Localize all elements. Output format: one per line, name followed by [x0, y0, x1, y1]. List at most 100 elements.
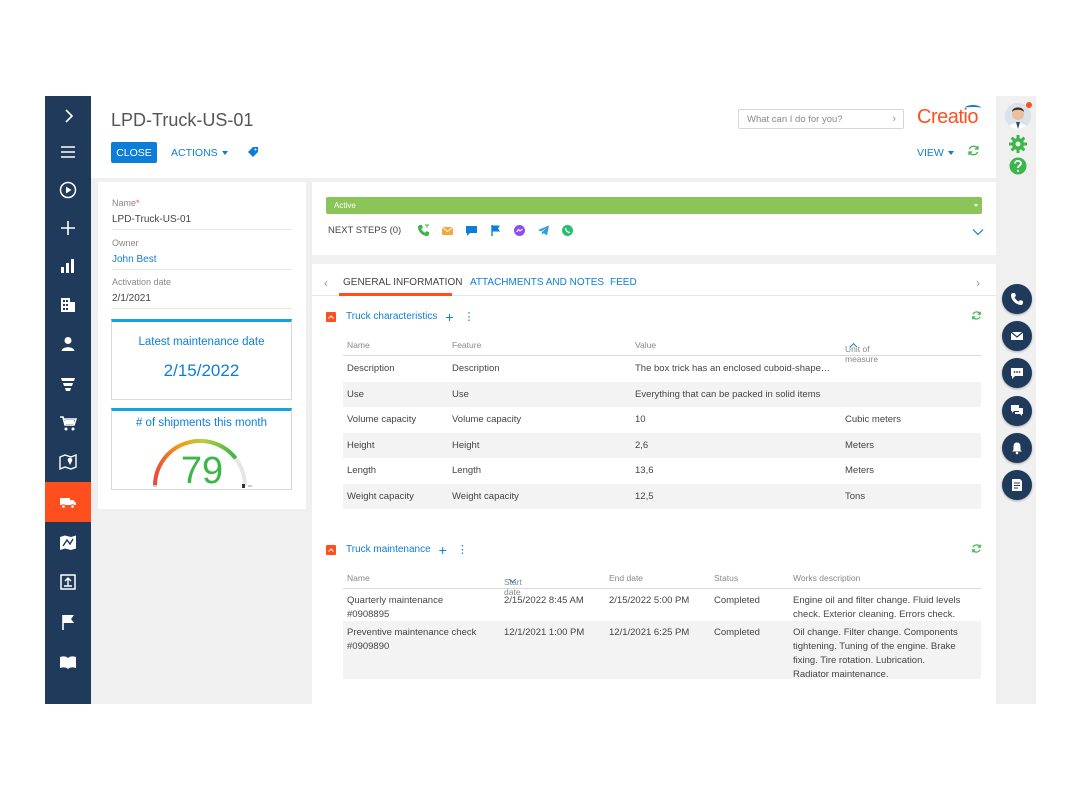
chevron-down-icon[interactable]	[972, 228, 984, 236]
messages-button[interactable]	[1002, 396, 1032, 426]
document-icon	[1012, 479, 1022, 491]
name-field[interactable]: Name* LPD-Truck-US-01	[112, 198, 292, 230]
telegram-icon[interactable]	[537, 224, 550, 237]
sidebar-item-accounts[interactable]	[45, 287, 91, 323]
close-button[interactable]: CLOSE	[111, 142, 157, 163]
envelope-icon	[1010, 331, 1024, 340]
column-header[interactable]: Value	[635, 340, 656, 350]
table-row[interactable]: Use Use Everything that can be packed in s…	[343, 381, 981, 407]
activation-date-field[interactable]: Activation date 2/1/2021	[112, 277, 292, 309]
section-title[interactable]: Truck maintenance	[346, 544, 431, 555]
sidebar-item-trucks[interactable]	[45, 482, 91, 522]
more-icon[interactable]: ⋮	[464, 311, 475, 322]
whatsapp-icon[interactable]	[561, 224, 574, 237]
sidebar-item-contacts[interactable]	[45, 326, 91, 362]
name-value[interactable]: LPD-Truck-US-01	[112, 214, 292, 230]
column-header[interactable]: End date	[609, 573, 643, 583]
route-map-icon	[60, 535, 76, 550]
search-placeholder: What can I do for you?	[747, 113, 843, 125]
next-steps-label[interactable]: NEXT STEPS (0)	[328, 225, 401, 236]
more-icon[interactable]: ⋮	[457, 544, 468, 555]
help-icon[interactable]	[1008, 156, 1028, 176]
table-row[interactable]: Volume capacity Volume capacity 10 Cubic me…	[343, 407, 981, 433]
table-cell-unit: Tons	[845, 490, 866, 502]
call-button[interactable]	[1002, 284, 1032, 314]
tab-attachments-and-notes[interactable]: ATTACHMENTS AND NOTES	[470, 277, 604, 288]
sidebar-expand-button[interactable]	[45, 98, 91, 134]
sidebar-item-dashboards[interactable]	[45, 248, 91, 284]
gear-icon[interactable]	[1008, 134, 1028, 154]
sidebar-item-routes[interactable]	[45, 525, 91, 561]
table-row[interactable]: Quarterly maintenance #0908895 2/15/2022 8…	[343, 589, 981, 621]
table-cell-value: 2,6	[635, 439, 649, 451]
notifications-button[interactable]	[1002, 433, 1032, 463]
required-marker: *	[136, 198, 140, 208]
search-input[interactable]: What can I do for you? ›	[738, 109, 904, 129]
column-header[interactable]: Status	[714, 573, 738, 583]
widget-value: 2/15/2022	[163, 361, 240, 380]
table-cell-feature: Volume capacity	[452, 414, 522, 425]
sidebar-menu-button[interactable]	[45, 134, 91, 170]
play-circle-icon	[59, 181, 77, 199]
table-row[interactable]: Weight capacity Weight capacity 12,5 Tons	[343, 483, 981, 509]
tab-scroll-right-icon[interactable]: ›	[976, 276, 980, 290]
table-row[interactable]: Preventive maintenance check #0909890 12/1…	[343, 621, 981, 680]
owner-field[interactable]: Owner John Best	[112, 238, 292, 270]
activation-date-value[interactable]: 2/1/2021	[112, 293, 292, 309]
chevron-up-icon	[328, 547, 334, 552]
stage-dropdown[interactable]: Active	[326, 197, 982, 214]
feed-button[interactable]	[1002, 470, 1032, 500]
email-button[interactable]	[1002, 321, 1032, 351]
refresh-icon[interactable]	[971, 310, 982, 321]
section-title[interactable]: Truck characteristics	[346, 311, 437, 322]
funnel-icon	[61, 378, 75, 391]
column-header[interactable]: Feature	[452, 340, 481, 350]
logo-swoosh	[965, 105, 981, 111]
tab-scroll-left-icon[interactable]: ‹	[324, 276, 328, 290]
column-header[interactable]: Works description	[793, 573, 860, 583]
refresh-icon[interactable]	[971, 543, 982, 554]
table-cell-name: Preventive maintenance check	[347, 627, 477, 638]
table-row[interactable]: Height Height 2,6 Meters	[343, 432, 981, 458]
messenger-icon[interactable]	[513, 224, 526, 237]
column-header[interactable]: Name	[347, 340, 370, 350]
sidebar-item-upload[interactable]	[45, 564, 91, 600]
tag-icon[interactable]	[247, 146, 259, 158]
tab-feed[interactable]: FEED	[610, 277, 637, 288]
refresh-icon[interactable]	[967, 144, 980, 157]
table-cell-status: Completed	[714, 595, 760, 606]
table-cell-unit: Meters	[845, 439, 875, 451]
flag-icon[interactable]	[489, 224, 502, 237]
sidebar-item-map[interactable]	[45, 444, 91, 480]
truck-maintenance-header: Truck maintenance + ⋮	[326, 543, 468, 557]
add-icon[interactable]: +	[445, 310, 453, 324]
sidebar-item-funnel[interactable]	[45, 366, 91, 402]
grid-header: Name Start date End date Status Works de…	[343, 569, 981, 597]
table-cell-description: tightening. Tuning of the engine. Brake	[793, 641, 956, 652]
call-icon[interactable]	[417, 224, 430, 237]
collapse-toggle[interactable]	[326, 544, 336, 555]
table-row[interactable]: Description Description The box trick has …	[343, 356, 981, 382]
sidebar-item-flag[interactable]	[45, 604, 91, 640]
collapse-toggle[interactable]	[326, 311, 336, 322]
book-icon	[60, 656, 76, 669]
chevron-up-icon	[328, 314, 334, 319]
view-button[interactable]: VIEW	[917, 147, 954, 159]
sidebar-item-add[interactable]	[45, 210, 91, 246]
owner-link[interactable]: John Best	[112, 254, 292, 270]
sidebar-item-library[interactable]	[45, 644, 91, 680]
chat-button[interactable]	[1002, 358, 1032, 388]
notification-dot	[1026, 102, 1032, 108]
owner-label: Owner	[112, 238, 139, 248]
email-icon[interactable]	[441, 224, 454, 237]
shipments-gauge-widget: # of shipments this month 79	[111, 408, 292, 490]
chat-icon[interactable]	[465, 224, 478, 237]
grid-header: Name Feature Value Unit of measure	[343, 336, 981, 364]
column-header[interactable]: Name	[347, 573, 370, 583]
add-icon[interactable]: +	[439, 543, 447, 557]
actions-button[interactable]: ACTIONS	[171, 147, 228, 159]
tab-general-information[interactable]: GENERAL INFORMATION	[343, 277, 462, 288]
table-row[interactable]: Length Length 13,6 Meters	[343, 458, 981, 484]
sidebar-item-process[interactable]	[45, 172, 91, 208]
sidebar-item-orders[interactable]	[45, 405, 91, 441]
